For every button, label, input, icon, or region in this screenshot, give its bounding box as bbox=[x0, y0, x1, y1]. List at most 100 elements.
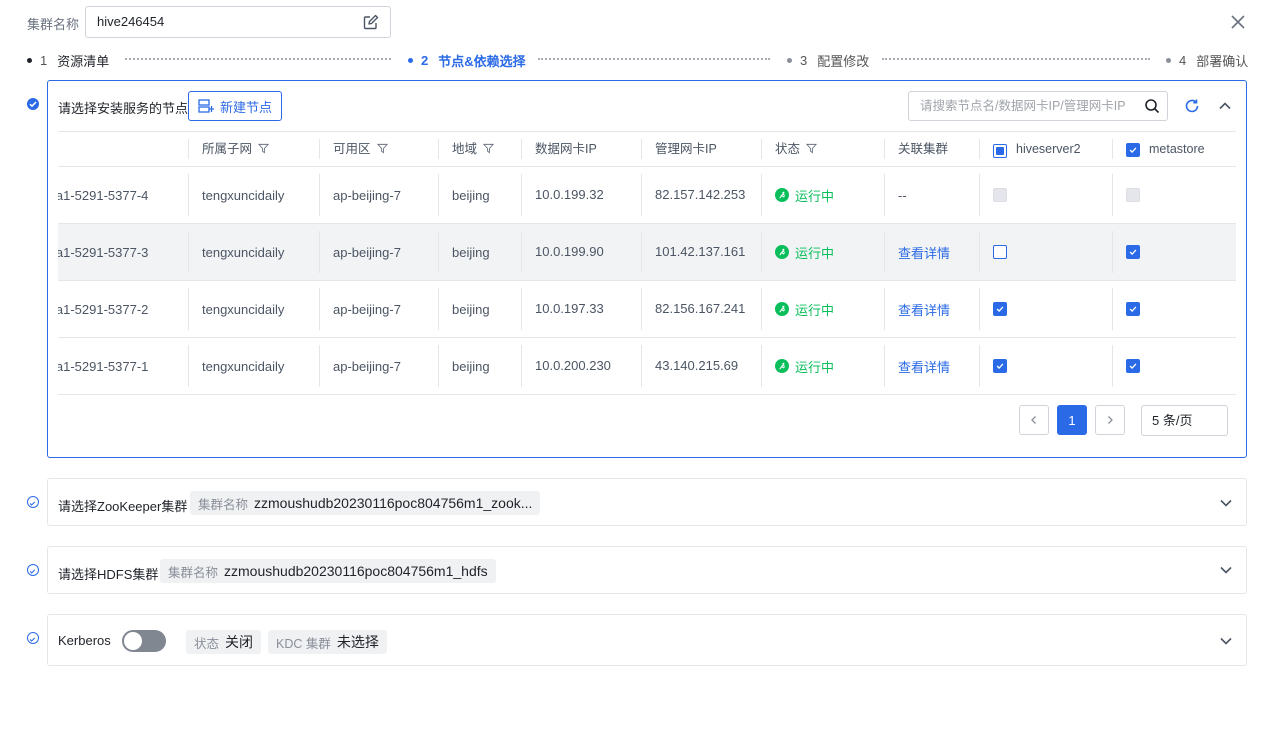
cell-text: 10.0.199.32 bbox=[535, 187, 604, 202]
cell-cluster: 查看详情 bbox=[884, 338, 979, 394]
hdfs-section[interactable]: 请选择HDFS集群 集群名称 zzmoushudb20230116poc8047… bbox=[47, 546, 1247, 594]
cell-cluster: 查看详情 bbox=[884, 224, 979, 280]
cell-name: ia1-5291-5377-1 bbox=[58, 338, 188, 394]
table-row[interactable]: ia1-5291-5377-2 tengxuncidaily ap-beijing-… bbox=[58, 281, 1236, 338]
node-panel-title: 请选择安装服务的节点 bbox=[58, 101, 189, 116]
close-icon[interactable] bbox=[1229, 13, 1247, 31]
metastore-checkbox[interactable] bbox=[1126, 359, 1140, 373]
tag-key: 状态 bbox=[194, 636, 220, 651]
chevron-down-icon[interactable] bbox=[1219, 634, 1233, 648]
cell-data-ip: 10.0.199.32 bbox=[521, 167, 641, 223]
view-details-link[interactable]: 查看详情 bbox=[898, 300, 950, 319]
step-dot bbox=[787, 58, 792, 63]
server-add-icon bbox=[198, 99, 214, 113]
cell-text: 10.0.199.90 bbox=[535, 244, 604, 259]
cluster-name-label: 集群名称 bbox=[27, 17, 80, 32]
running-icon bbox=[775, 302, 789, 316]
node-search-input[interactable]: 请搜索节点名/数据网卡IP/管理网卡IP bbox=[908, 91, 1168, 121]
cell-metastore bbox=[1112, 224, 1236, 280]
search-icon[interactable] bbox=[1144, 98, 1160, 114]
metastore-checkbox[interactable] bbox=[1126, 245, 1140, 259]
status-label: 运行中 bbox=[795, 188, 835, 204]
status-label: 运行中 bbox=[795, 359, 835, 375]
cell-text: 82.157.142.253 bbox=[655, 187, 746, 202]
prev-page-button[interactable] bbox=[1019, 405, 1049, 435]
kerberos-kdc-tag: KDC 集群 未选择 bbox=[268, 630, 387, 654]
step-number: 4 bbox=[1179, 53, 1187, 68]
step-dot bbox=[408, 58, 413, 63]
cell-text: 10.0.197.33 bbox=[535, 301, 604, 316]
table-row[interactable]: ia1-5291-5377-4 tengxuncidaily ap-beijing-… bbox=[58, 167, 1236, 224]
kerberos-toggle[interactable] bbox=[122, 630, 166, 652]
status-badge: 运行中 bbox=[775, 357, 834, 376]
cell-region: beijing bbox=[438, 224, 521, 280]
hiveserver2-checkbox[interactable] bbox=[993, 245, 1007, 259]
filter-icon[interactable] bbox=[483, 143, 495, 154]
cell-text: beijing bbox=[452, 358, 490, 374]
metastore-select-all-checkbox[interactable] bbox=[1126, 143, 1140, 157]
cell-text: ap-beijing-7 bbox=[333, 301, 401, 317]
cluster-name-input[interactable]: hive246454 bbox=[85, 6, 391, 38]
refresh-icon[interactable] bbox=[1184, 98, 1200, 114]
new-node-button[interactable]: 新建节点 bbox=[188, 91, 282, 121]
cell-text: tengxuncidaily bbox=[202, 358, 285, 374]
running-icon bbox=[775, 245, 789, 259]
cell-status: 运行中 bbox=[761, 281, 884, 337]
filter-icon[interactable] bbox=[376, 143, 388, 154]
cell-hiveserver2 bbox=[979, 338, 1112, 394]
table-row[interactable]: ia1-5291-5377-3 tengxuncidaily ap-beijing-… bbox=[58, 224, 1236, 281]
col-subnet: 所属子网 bbox=[188, 132, 270, 167]
col-region: 地域 bbox=[438, 132, 495, 167]
view-details-link[interactable]: 查看详情 bbox=[898, 357, 950, 376]
zookeeper-title: 请选择ZooKeeper集群 bbox=[58, 499, 188, 514]
cell-text: tengxuncidaily bbox=[202, 244, 285, 260]
cell-data-ip: 10.0.197.33 bbox=[521, 281, 641, 337]
search-placeholder: 请搜索节点名/数据网卡IP/管理网卡IP bbox=[920, 99, 1126, 113]
hiveserver2-select-all-checkbox[interactable] bbox=[993, 144, 1007, 158]
chevron-down-icon[interactable] bbox=[1219, 496, 1233, 510]
view-details-link[interactable]: 查看详情 bbox=[898, 243, 950, 262]
col-cluster: 关联集群 bbox=[884, 132, 948, 167]
tag-value: 关闭 bbox=[225, 634, 254, 650]
node-selection-panel: 请选择安装服务的节点 新建节点 请搜索节点名/数据网卡IP/管理网卡IP 所属子… bbox=[47, 80, 1247, 458]
filter-icon[interactable] bbox=[806, 143, 818, 154]
zookeeper-section[interactable]: 请选择ZooKeeper集群 集群名称 zzmoushudb20230116po… bbox=[47, 478, 1247, 526]
new-node-label: 新建节点 bbox=[219, 99, 272, 115]
step-deploy-confirm[interactable]: 4 部署确认 bbox=[1166, 51, 1248, 70]
cell-text: 10.0.200.230 bbox=[535, 358, 611, 373]
hiveserver2-checkbox[interactable] bbox=[993, 359, 1007, 373]
cell-zone: ap-beijing-7 bbox=[319, 224, 438, 280]
cell-text: 43.140.215.69 bbox=[655, 358, 739, 373]
status-label: 运行中 bbox=[795, 302, 835, 318]
filter-icon[interactable] bbox=[258, 143, 270, 154]
table-row[interactable]: ia1-5291-5377-1 tengxuncidaily ap-beijing-… bbox=[58, 338, 1236, 395]
table-header: 所属子网 可用区 地域 数据网卡IP 管理网卡IP 状态 关联集群 hivese… bbox=[58, 131, 1236, 167]
cell-text: ia1-5291-5377-4 bbox=[58, 187, 149, 203]
metastore-checkbox[interactable] bbox=[1126, 302, 1140, 316]
cell-data-ip: 10.0.200.230 bbox=[521, 338, 641, 394]
cell-mgmt-ip: 82.157.142.253 bbox=[641, 167, 761, 223]
cell-metastore bbox=[1112, 167, 1236, 223]
check-circle-icon bbox=[27, 632, 39, 644]
kerberos-status-tag: 状态 关闭 bbox=[186, 630, 262, 654]
cell-region: beijing bbox=[438, 167, 521, 223]
step-label: 部署确认 bbox=[1196, 54, 1249, 69]
chevron-down-icon[interactable] bbox=[1219, 563, 1233, 577]
edit-icon[interactable] bbox=[363, 14, 379, 30]
tag-key: 集群名称 bbox=[168, 565, 219, 580]
kerberos-section[interactable]: Kerberos 状态 关闭 KDC 集群 未选择 bbox=[47, 614, 1247, 666]
chevron-up-icon[interactable] bbox=[1218, 99, 1232, 113]
cell-hiveserver2 bbox=[979, 281, 1112, 337]
page-size-select[interactable]: 5 条/页 bbox=[1141, 405, 1228, 436]
step-node-dependency[interactable]: 2 节点&依赖选择 bbox=[408, 51, 526, 70]
hiveserver2-checkbox[interactable] bbox=[993, 302, 1007, 316]
col-status: 状态 bbox=[761, 132, 818, 167]
status-badge: 运行中 bbox=[775, 186, 834, 205]
cell-mgmt-ip: 82.156.167.241 bbox=[641, 281, 761, 337]
current-page[interactable]: 1 bbox=[1057, 405, 1087, 435]
step-resource-list[interactable]: 1 资源清单 bbox=[27, 51, 109, 70]
cell-subnet: tengxuncidaily bbox=[188, 281, 319, 337]
cell-zone: ap-beijing-7 bbox=[319, 338, 438, 394]
step-config-modify[interactable]: 3 配置修改 bbox=[787, 51, 869, 70]
next-page-button[interactable] bbox=[1095, 405, 1125, 435]
